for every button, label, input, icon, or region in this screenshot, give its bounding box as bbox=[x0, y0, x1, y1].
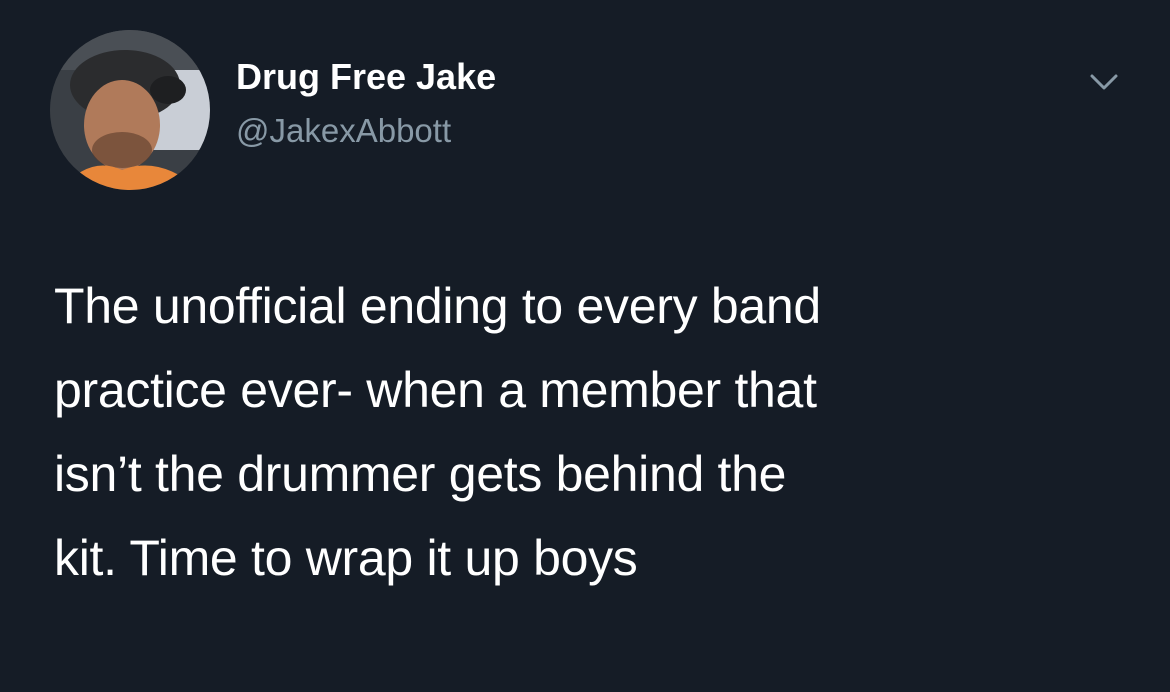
user-handle[interactable]: @JakexAbbott bbox=[236, 112, 451, 150]
avatar[interactable] bbox=[50, 30, 210, 190]
tweet-card: Drug Free Jake @JakexAbbott The unoffici… bbox=[0, 0, 1170, 692]
profile-photo-icon bbox=[50, 30, 210, 190]
chevron-down-icon[interactable] bbox=[1084, 66, 1124, 98]
tweet-text: The unofficial ending to every band prac… bbox=[54, 278, 821, 586]
display-name[interactable]: Drug Free Jake bbox=[236, 56, 496, 98]
